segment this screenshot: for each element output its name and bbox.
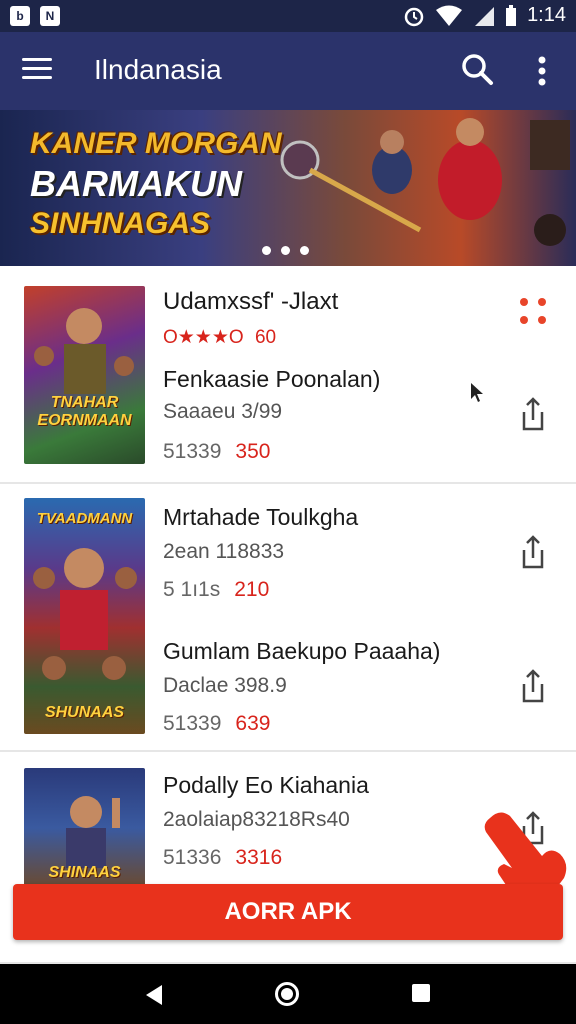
rating: O★★★O 60: [163, 326, 276, 349]
alarm-icon: [404, 7, 424, 26]
price: 51339 350: [163, 440, 270, 464]
price-old: 51336: [163, 846, 222, 869]
banner-title: KANER MORGAN BARMAKUN SINHNAGAS: [30, 124, 282, 244]
app-bar: Ilndanasia: [0, 32, 576, 110]
menu-icon[interactable]: [22, 58, 52, 82]
app-card[interactable]: TVAADMANN SHUNAAS Mrtahade Toulkgha 2ean…: [0, 484, 576, 752]
signal-icon: [475, 6, 495, 26]
price-old: 51339: [163, 440, 222, 463]
thumbnail-title: TNAHAR EORNMAAN: [37, 394, 132, 429]
thumbnail-art: [33, 548, 137, 680]
banner-page-indicator: [262, 246, 309, 255]
app-thumbnail[interactable]: TVAADMANN SHUNAAS: [24, 498, 145, 734]
b-icon: b: [10, 6, 30, 26]
rating-count: 60: [254, 327, 277, 348]
rating-stars: O★★★O: [163, 327, 244, 348]
app-title: Podally Eo Kiahania: [163, 772, 369, 798]
share-icon[interactable]: [518, 668, 548, 704]
app-title: Udamxssf' -Jlaxt: [163, 288, 339, 315]
app-size: Saaaeu 3/99: [163, 400, 283, 423]
thumbnail-art: [34, 308, 134, 394]
app-subtitle: Gumlam Baekupo Paaaha): [163, 638, 441, 664]
thumbnail-title: SHINAAS: [48, 864, 121, 881]
app-card[interactable]: TNAHAR EORNMAAN Udamxssf' -Jlaxt O★★★O 6…: [0, 266, 576, 484]
more-vert-icon[interactable]: [532, 54, 552, 88]
page-dot[interactable]: [300, 246, 309, 255]
price: 51336 3316: [163, 846, 282, 870]
search-icon[interactable]: [460, 52, 494, 86]
app-thumbnail[interactable]: SHINAAS: [24, 768, 145, 888]
status-bar: b N 1:14: [0, 0, 576, 32]
share-icon[interactable]: [518, 396, 548, 432]
price-new: 350: [235, 440, 271, 463]
page-dot[interactable]: [262, 246, 271, 255]
price-new: 3316: [235, 846, 283, 869]
add-apk-button[interactable]: AORR APK: [13, 884, 563, 940]
app-subtitle: Fenkaasie Poonalan): [163, 366, 381, 392]
banner-line-3: SINHNAGAS: [30, 207, 211, 240]
app-meta: 2ean 118833: [163, 540, 285, 563]
app-title: Mrtahade Toulkgha: [163, 504, 359, 530]
share-icon[interactable]: [518, 534, 548, 570]
home-icon[interactable]: [275, 982, 299, 1006]
mouse-cursor-icon: [471, 383, 483, 402]
app-size: Daclae 398.9: [163, 674, 287, 697]
wifi-icon: [436, 5, 463, 26]
n-icon: N: [40, 6, 60, 26]
thumbnail-subtitle: SHUNAAS: [44, 704, 125, 721]
banner-line-1: KANER MORGAN: [30, 127, 282, 160]
battery-icon: [506, 4, 517, 26]
back-icon[interactable]: [144, 984, 164, 1006]
status-time: 1:14: [527, 4, 566, 26]
page-dot[interactable]: [281, 246, 290, 255]
app-thumbnail[interactable]: TNAHAR EORNMAAN: [24, 286, 145, 464]
price: 5 1ı1s 210: [163, 578, 269, 602]
promo-banner[interactable]: KANER MORGAN BARMAKUN SINHNAGAS: [0, 110, 576, 266]
price-new: 639: [235, 712, 271, 735]
price-old: 51339: [163, 712, 222, 735]
system-nav-bar: [0, 964, 576, 1024]
price: 51339 639: [163, 712, 270, 736]
price-old: 5 1ı1s: [163, 578, 221, 601]
app-title: Ilndanasia: [94, 54, 222, 85]
thumbnail-title: TVAADMANN: [36, 510, 133, 527]
options-icon[interactable]: [520, 298, 550, 328]
price-new: 210: [234, 578, 270, 601]
recents-icon[interactable]: [412, 984, 430, 1002]
banner-line-2: BARMAKUN: [30, 163, 242, 204]
app-meta: 2aolaiap83218Rs40: [163, 808, 350, 831]
